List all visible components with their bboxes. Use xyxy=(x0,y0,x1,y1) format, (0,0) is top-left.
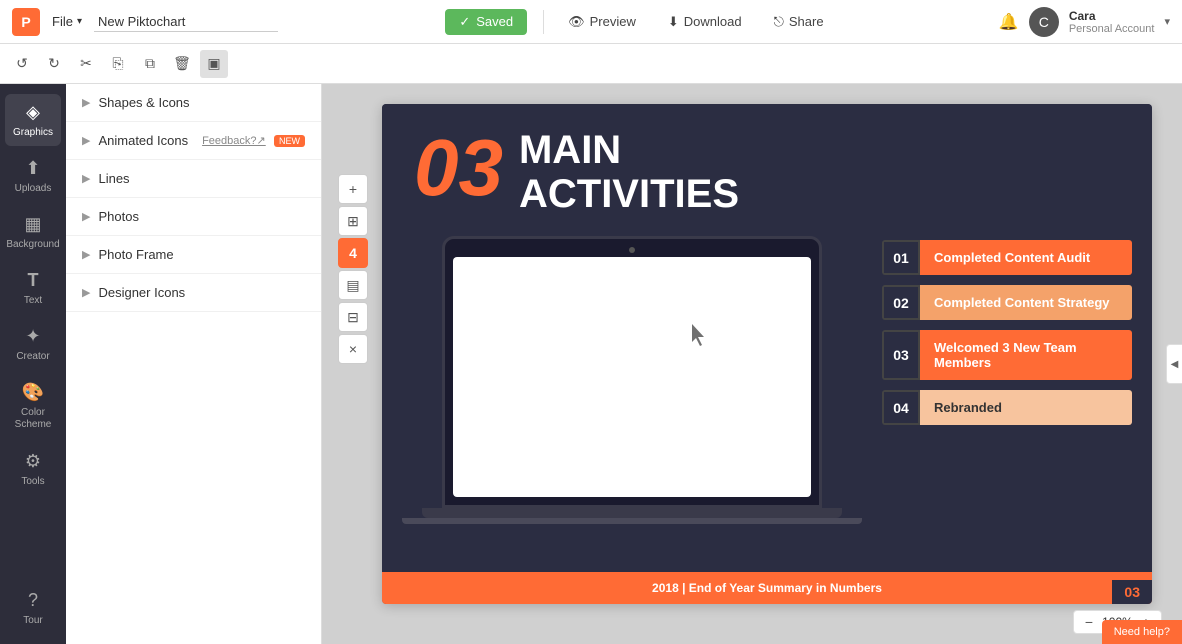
slide-title-line2: ACTIVITIES xyxy=(519,172,739,216)
slide-header: 03 MAIN ACTIVITIES xyxy=(382,104,1152,236)
cut-button[interactable]: ✂ xyxy=(72,50,100,78)
activity-item-4: 04 Rebranded xyxy=(882,390,1132,425)
delete-button[interactable]: 🗑 xyxy=(168,50,196,78)
float-toolbar: + ⊞ 4 ▤ ⊟ × xyxy=(338,174,368,364)
canvas-wrapper: 03 MAIN ACTIVITIES xyxy=(382,104,1152,604)
tools-icon: ⚙ xyxy=(25,451,41,472)
chevron-right-icon-photos: ▶ xyxy=(82,210,90,223)
zoom-out-button[interactable]: − xyxy=(1082,614,1096,630)
activity-item-2: 02 Completed Content Strategy xyxy=(882,285,1132,320)
activity-num-3: 03 xyxy=(882,330,920,380)
activity-label-3: Welcomed 3 New Team Members xyxy=(920,330,1132,380)
panel-item-lines[interactable]: ▶ Lines xyxy=(66,160,321,198)
background-icon: ▦ xyxy=(24,214,41,235)
avatar[interactable]: C xyxy=(1029,7,1059,37)
new-badge: NEW xyxy=(274,135,305,147)
sidebar: ◈ Graphics ⬆ Uploads ▦ Background T Text… xyxy=(0,84,66,644)
activity-num-2: 02 xyxy=(882,285,920,320)
creator-icon: ✦ xyxy=(25,326,40,347)
slide-footer-text: 2018 | End of Year Summary in Numbers xyxy=(652,581,882,595)
user-menu-chevron[interactable]: ▾ xyxy=(1164,15,1170,28)
laptop-base xyxy=(422,508,842,518)
user-info: Cara Personal Account xyxy=(1069,9,1155,35)
topbar-divider xyxy=(543,10,544,34)
activity-label-1: Completed Content Audit xyxy=(920,240,1132,275)
panel-item-designer-icons[interactable]: ▶ Designer Icons xyxy=(66,274,321,312)
tour-icon: ? xyxy=(28,590,38,611)
laptop-mockup xyxy=(442,236,822,508)
need-help-button[interactable]: Need help? xyxy=(1102,620,1182,644)
sidebar-item-uploads[interactable]: ⬆ Uploads xyxy=(5,150,61,202)
main-layout: ◈ Graphics ⬆ Uploads ▦ Background T Text… xyxy=(0,84,1182,644)
laptop-stand xyxy=(402,518,862,524)
copy-button[interactable]: ⎘ xyxy=(104,50,132,78)
slide-title-line1: MAIN xyxy=(519,128,739,172)
laptop-screen xyxy=(453,257,811,497)
feedback-link[interactable]: Feedback?↗ xyxy=(202,134,266,147)
share-icon: ⎋ xyxy=(774,14,784,30)
activity-num-4: 04 xyxy=(882,390,920,425)
sidebar-item-color-scheme[interactable]: 🎨 Color Scheme xyxy=(5,374,61,439)
slide-footer: 2018 | End of Year Summary in Numbers 03 xyxy=(382,572,1152,604)
close-panel-button[interactable]: × xyxy=(338,334,368,364)
undo-button[interactable]: ↺ xyxy=(8,50,36,78)
panel-item-animated-icons[interactable]: ▶ Animated Icons Feedback?↗ NEW xyxy=(66,122,321,160)
chevron-right-icon-animated: ▶ xyxy=(82,134,90,147)
canvas-area[interactable]: + ⊞ 4 ▤ ⊟ × ◀ 03 MAIN ACTIVITIES xyxy=(322,84,1182,644)
download-icon: ⬇ xyxy=(668,14,679,30)
activity-item-3: 03 Welcomed 3 New Team Members xyxy=(882,330,1132,380)
add-slide-button[interactable]: + xyxy=(338,174,368,204)
download-button[interactable]: ⬇ Download xyxy=(660,10,750,34)
sidebar-item-graphics[interactable]: ◈ Graphics xyxy=(5,94,61,146)
collapse-panel-button[interactable]: ◀ xyxy=(1166,344,1182,384)
panel-item-photos[interactable]: ▶ Photos xyxy=(66,198,321,236)
sidebar-item-text[interactable]: T Text xyxy=(5,262,61,314)
sidebar-item-tools[interactable]: ⚙ Tools xyxy=(5,443,61,495)
slide-nav-button[interactable]: ▤ xyxy=(338,270,368,300)
color-scheme-icon: 🎨 xyxy=(22,382,44,403)
align-button[interactable]: ⊞ xyxy=(338,206,368,236)
chevron-right-icon-photo-frame: ▶ xyxy=(82,248,90,261)
slide-4-button[interactable]: 4 xyxy=(338,238,368,268)
paste-button[interactable]: ⧉ xyxy=(136,50,164,78)
slide-body: 01 Completed Content Audit 02 Completed … xyxy=(382,236,1152,534)
slide-big-number: 03 xyxy=(414,128,503,208)
sidebar-item-background[interactable]: ▦ Background xyxy=(5,206,61,258)
panel-item-photo-frame[interactable]: ▶ Photo Frame xyxy=(66,236,321,274)
topbar-center: Saved 👁 Preview ⬇ Download ⎋ Share xyxy=(290,9,987,35)
frame-button[interactable]: ▣ xyxy=(200,50,228,78)
graphics-icon: ◈ xyxy=(26,102,40,123)
activity-list: 01 Completed Content Audit 02 Completed … xyxy=(882,236,1132,524)
topbar-right: 🔔 C Cara Personal Account ▾ xyxy=(999,7,1170,37)
chevron-right-icon: ▶ xyxy=(82,96,90,109)
sidebar-item-creator[interactable]: ✦ Creator xyxy=(5,318,61,370)
text-icon: T xyxy=(28,270,39,291)
redo-button[interactable]: ↻ xyxy=(40,50,68,78)
activity-item-1: 01 Completed Content Audit xyxy=(882,240,1132,275)
activity-label-2: Completed Content Strategy xyxy=(920,285,1132,320)
panel-item-shapes-icons[interactable]: ▶ Shapes & Icons xyxy=(66,84,321,122)
edit-toolbar: ↺ ↻ ✂ ⎘ ⧉ 🗑 ▣ xyxy=(0,44,1182,84)
document-title-input[interactable] xyxy=(94,12,278,32)
app-logo: P xyxy=(12,8,40,36)
slide-footer-badge: 03 xyxy=(1112,580,1152,604)
sidebar-item-tour[interactable]: ? Tour xyxy=(5,582,61,634)
grid-button[interactable]: ⊟ xyxy=(338,302,368,332)
activity-label-4: Rebranded xyxy=(920,390,1132,425)
laptop-container xyxy=(402,236,862,524)
chevron-right-icon-designer: ▶ xyxy=(82,286,90,299)
saved-button[interactable]: Saved xyxy=(445,9,527,35)
chevron-right-icon-lines: ▶ xyxy=(82,172,90,185)
preview-button[interactable]: 👁 Preview xyxy=(560,10,644,34)
graphics-panel: ▶ Shapes & Icons ▶ Animated Icons Feedba… xyxy=(66,84,322,644)
slide-title-block: MAIN ACTIVITIES xyxy=(519,128,739,216)
notifications-icon[interactable]: 🔔 xyxy=(999,12,1019,32)
uploads-icon: ⬆ xyxy=(25,158,40,179)
slide-content: 03 MAIN ACTIVITIES xyxy=(382,104,1152,604)
activity-num-1: 01 xyxy=(882,240,920,275)
file-menu[interactable]: File ▾ xyxy=(52,14,82,29)
share-button[interactable]: ⎋ Share xyxy=(766,10,832,34)
topbar: P File ▾ Saved 👁 Preview ⬇ Download ⎋ Sh… xyxy=(0,0,1182,44)
eye-icon: 👁 xyxy=(568,14,585,30)
